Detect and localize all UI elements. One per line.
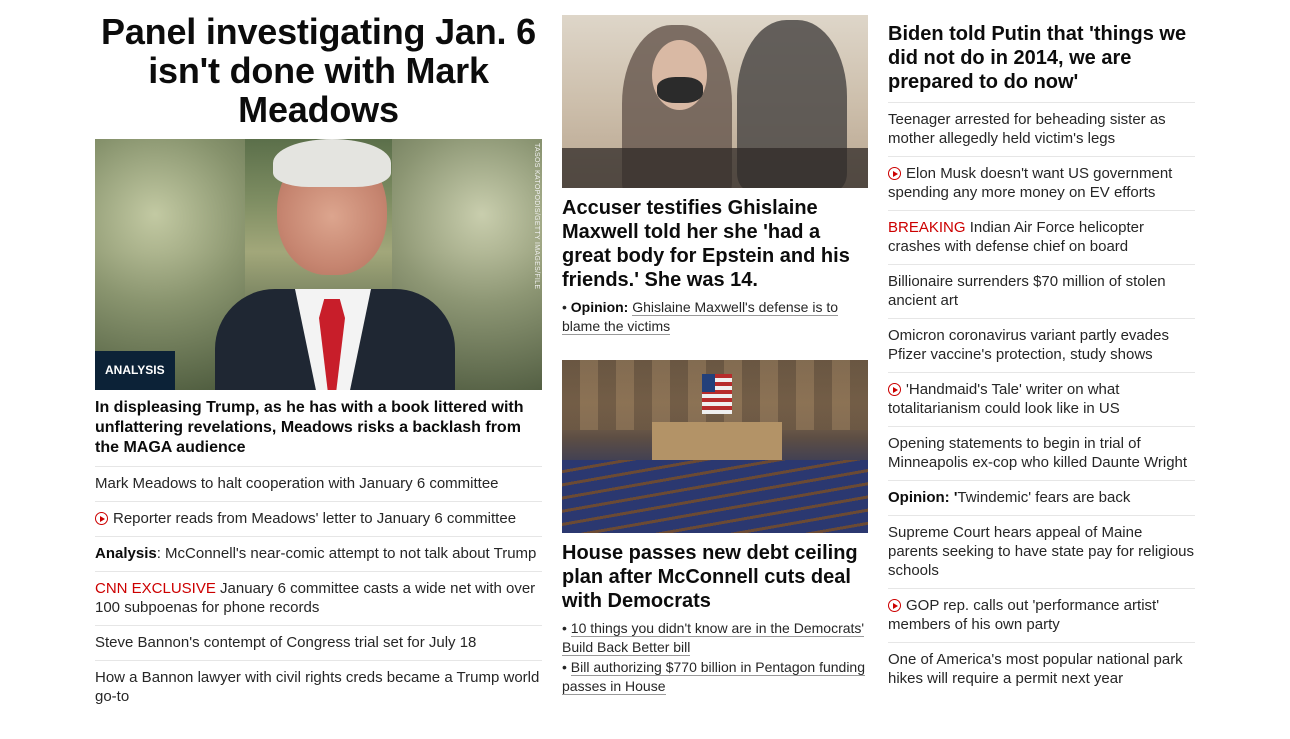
list-item-text: Omicron coronavirus variant partly evade… <box>888 327 1169 363</box>
list-item-text: Billionaire surrenders $70 million of st… <box>888 273 1166 309</box>
list-item-text: Teenager arrested for beheading sister a… <box>888 111 1166 147</box>
courtroom-sketch-image[interactable] <box>562 15 868 188</box>
list-item[interactable]: GOP rep. calls out 'performance artist' … <box>888 588 1195 642</box>
list-item[interactable]: One of America's most popular national p… <box>888 642 1195 696</box>
list-item-text: Steve Bannon's contempt of Congress tria… <box>95 634 477 651</box>
lead-image[interactable]: TASOS KATOPODIS/GETTY IMAGES/FILE ANALYS… <box>95 139 542 390</box>
lead-headline[interactable]: Panel investigating Jan. 6 isn't done wi… <box>95 12 542 129</box>
list-item[interactable]: Omicron coronavirus variant partly evade… <box>888 318 1195 372</box>
lead-related-list: Mark Meadows to halt cooperation with Ja… <box>95 466 542 714</box>
related-link[interactable]: • 10 things you didn't know are in the D… <box>562 619 868 657</box>
list-item-text: Supreme Court hears appeal of Maine pare… <box>888 524 1195 579</box>
list-item[interactable]: Supreme Court hears appeal of Maine pare… <box>888 515 1195 588</box>
lead-subheadline[interactable]: In displeasing Trump, as he has with a b… <box>95 398 542 458</box>
list-item[interactable]: CNN EXCLUSIVE January 6 committee casts … <box>95 571 542 625</box>
related-link-text: Bill authorizing $770 billion in Pentago… <box>562 659 866 695</box>
right-column: Biden told Putin that 'things we did not… <box>888 22 1195 696</box>
breaking-label: BREAKING <box>888 219 966 236</box>
list-item-text: One of America's most popular national p… <box>888 651 1183 687</box>
opinion-label: Opinion: <box>570 299 629 315</box>
related-link[interactable]: • Bill authorizing $770 billion in Penta… <box>562 658 868 696</box>
list-item[interactable]: BREAKING Indian Air Force helicopter cra… <box>888 210 1195 264</box>
maxwell-related-links: • Opinion: Ghislaine Maxwell's defense i… <box>562 298 868 336</box>
image-credit: TASOS KATOPODIS/GETTY IMAGES/FILE <box>533 143 540 290</box>
play-video-icon <box>888 599 901 612</box>
related-link-text: 10 things you didn't know are in the Dem… <box>562 620 865 656</box>
list-item-text: Mark Meadows to halt cooperation with Ja… <box>95 475 499 492</box>
debt-ceiling-headline[interactable]: House passes new debt ceiling plan after… <box>562 541 868 613</box>
list-item[interactable]: Teenager arrested for beheading sister a… <box>888 102 1195 156</box>
analysis-badge: ANALYSIS <box>95 351 175 390</box>
list-item[interactable]: Opening statements to begin in trial of … <box>888 426 1195 480</box>
list-item[interactable]: Steve Bannon's contempt of Congress tria… <box>95 625 542 660</box>
biden-putin-headline[interactable]: Biden told Putin that 'things we did not… <box>888 22 1195 94</box>
maxwell-headline[interactable]: Accuser testifies Ghislaine Maxwell told… <box>562 196 868 292</box>
list-item[interactable]: 'Handmaid's Tale' writer on what totalit… <box>888 372 1195 426</box>
list-item[interactable]: Reporter reads from Meadows' letter to J… <box>95 501 542 536</box>
exclusive-label: CNN EXCLUSIVE <box>95 580 216 597</box>
middle-column: Accuser testifies Ghislaine Maxwell told… <box>562 15 868 696</box>
list-item[interactable]: Billionaire surrenders $70 million of st… <box>888 264 1195 318</box>
list-item-text: 'Handmaid's Tale' writer on what totalit… <box>888 381 1120 417</box>
play-video-icon <box>95 512 108 525</box>
list-item-prefix: Analysis <box>95 545 157 562</box>
list-item[interactable]: Elon Musk doesn't want US government spe… <box>888 156 1195 210</box>
list-item-text: Elon Musk doesn't want US government spe… <box>888 165 1173 201</box>
list-item[interactable]: How a Bannon lawyer with civil rights cr… <box>95 660 542 714</box>
list-item[interactable]: Opinion: 'Twindemic' fears are back <box>888 480 1195 515</box>
opinion-label: Opinion: ' <box>888 489 958 506</box>
list-item[interactable]: Mark Meadows to halt cooperation with Ja… <box>95 466 542 501</box>
list-item-text: : McConnell's near-comic attempt to not … <box>156 545 537 562</box>
list-item-text: How a Bannon lawyer with civil rights cr… <box>95 669 540 705</box>
play-video-icon <box>888 383 901 396</box>
list-item-text: Twindemic' fears are back <box>957 489 1131 506</box>
debt-ceiling-related-links: • 10 things you didn't know are in the D… <box>562 619 868 696</box>
lead-column: Panel investigating Jan. 6 isn't done wi… <box>95 12 542 714</box>
list-item[interactable]: Analysis: McConnell's near-comic attempt… <box>95 536 542 571</box>
house-chamber-image[interactable] <box>562 360 868 533</box>
list-item-text: Reporter reads from Meadows' letter to J… <box>113 510 517 527</box>
related-link[interactable]: • Opinion: Ghislaine Maxwell's defense i… <box>562 298 868 336</box>
list-item-text: GOP rep. calls out 'performance artist' … <box>888 597 1160 633</box>
list-item-text: Opening statements to begin in trial of … <box>888 435 1188 471</box>
play-video-icon <box>888 167 901 180</box>
